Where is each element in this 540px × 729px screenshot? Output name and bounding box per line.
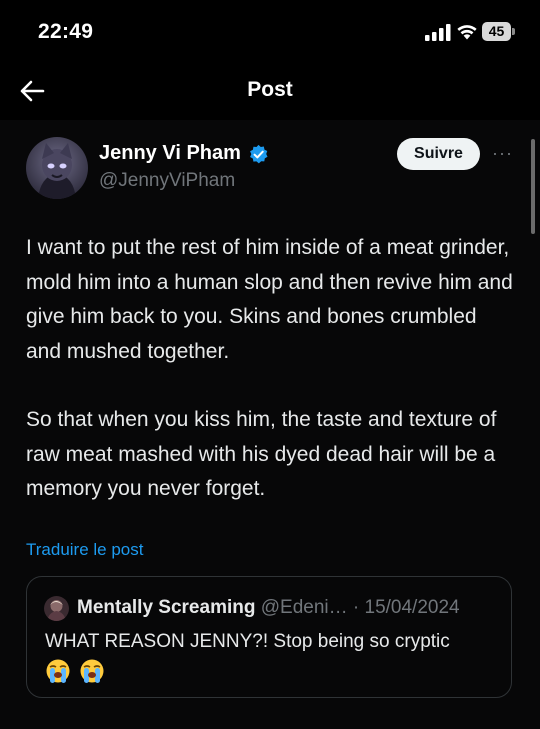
scrollbar[interactable] bbox=[531, 139, 535, 234]
post-text-paragraph-2: So that when you kiss him, the taste and… bbox=[26, 408, 497, 500]
top-nav-bar: Post bbox=[0, 62, 540, 120]
status-bar: 22:49 45 bbox=[0, 0, 540, 62]
loudly-crying-face-emoji bbox=[46, 659, 104, 683]
quoted-post-card[interactable]: Mentally Screaming @Edeni… · 15/04/2024 … bbox=[26, 576, 512, 698]
page-title: Post bbox=[247, 78, 293, 101]
battery-icon: 45 bbox=[482, 22, 516, 41]
author-handle[interactable]: @JennyViPham bbox=[99, 170, 235, 192]
author-name[interactable]: Jenny Vi Pham bbox=[99, 142, 241, 165]
cellular-signal-icon bbox=[425, 24, 451, 41]
author-avatar[interactable] bbox=[26, 137, 88, 199]
quoted-author-name: Mentally Screaming bbox=[77, 597, 256, 618]
follow-button[interactable]: Suivre bbox=[397, 138, 480, 170]
post-text-paragraph-1: I want to put the rest of him inside of … bbox=[26, 236, 513, 363]
quoted-post-header: Mentally Screaming @Edeni… · 15/04/2024 bbox=[77, 597, 460, 619]
quoted-author-avatar bbox=[44, 596, 69, 621]
quoted-post-text: WHAT REASON JENNY?! Stop being so crypti… bbox=[45, 631, 450, 652]
wifi-icon bbox=[457, 25, 477, 40]
translate-post-link[interactable]: Traduire le post bbox=[26, 540, 143, 560]
quoted-post-meta: @Edeni… · 15/04/2024 bbox=[260, 597, 460, 618]
status-time: 22:49 bbox=[38, 20, 94, 43]
more-icon[interactable]: ··· bbox=[492, 143, 514, 163]
verified-badge-icon bbox=[250, 144, 268, 164]
battery-percent: 45 bbox=[488, 23, 505, 39]
